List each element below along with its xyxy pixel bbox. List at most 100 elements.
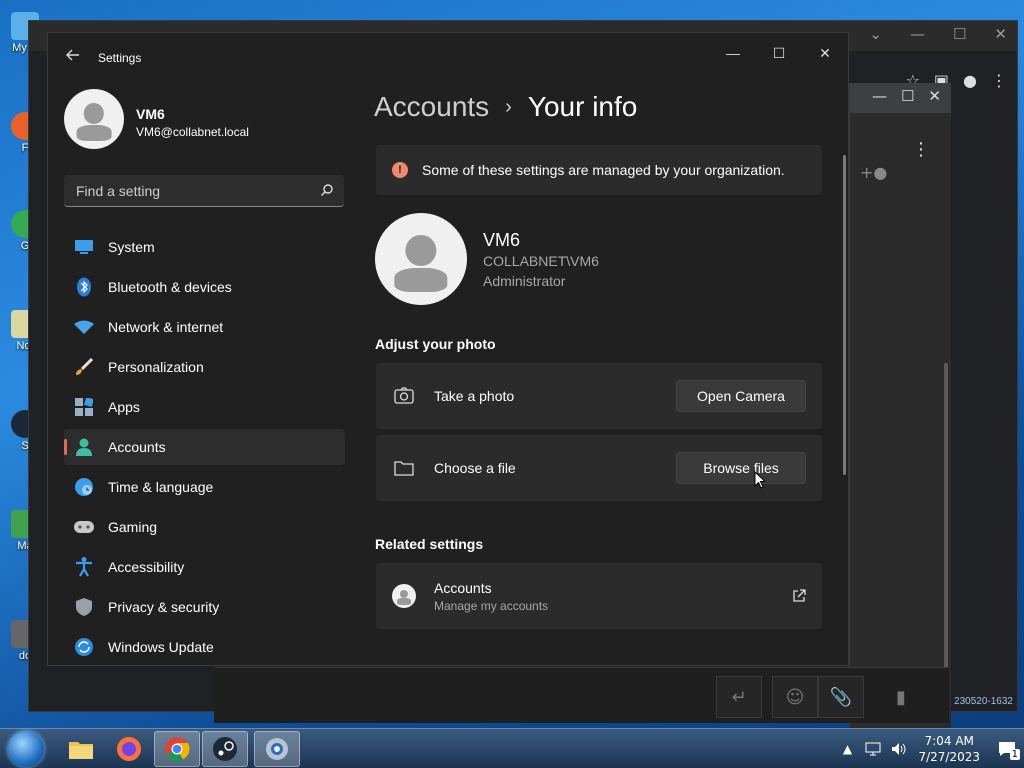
version-text: 230520-1632 [954,696,1013,707]
sidebar-item-network[interactable]: Network & internet [64,309,345,345]
avatar-head [405,235,437,267]
background-inner-panel: — ☐ ✕ ⋮ +● [849,83,951,733]
camera-icon [394,387,414,404]
choose-file-label: Choose a file [434,460,516,476]
settings-titlebar: Settings — ☐ ✕ [48,33,848,83]
accessibility-icon [74,557,94,577]
sidebar-item-label: Personalization [108,359,204,375]
microphone-icon[interactable]: ▮ [878,676,924,718]
apps-icon [74,397,94,417]
wifi-icon [74,317,94,337]
volume-icon[interactable] [890,740,908,758]
sidebar-item-gaming[interactable]: Gaming [64,509,345,545]
breadcrumb: Accounts › Your info [374,91,637,123]
taskbar-settings[interactable] [254,731,300,767]
sidebar-item-bluetooth[interactable]: Bluetooth & devices [64,269,345,305]
adjust-photo-heading: Adjust your photo [375,336,496,352]
profile-email: VM6@collabnet.local [136,125,249,139]
minimize-button[interactable]: — [713,39,753,67]
user-name: VM6 [483,230,521,250]
sidebar-item-personalization[interactable]: Personalization [64,349,345,385]
breadcrumb-parent[interactable]: Accounts [374,91,489,123]
add-person-icon[interactable]: +● [860,163,887,182]
profile-avatar[interactable] [64,89,124,149]
taskbar: ▲ 7:04 AM 7/27/2023 1 [0,728,1024,768]
taskbar-firefox[interactable] [106,731,152,767]
taskbar-explorer[interactable] [58,731,104,767]
settings-window[interactable]: Settings — ☐ ✕ VM6 VM6@collabnet.local F… [47,32,849,666]
close-icon[interactable]: ✕ [928,87,941,109]
minimize-icon[interactable]: — [872,87,887,109]
menu-dots-icon[interactable]: ⋮ [912,139,930,160]
user-role: Administrator [483,273,566,289]
content-scrollbar[interactable] [843,155,846,475]
sidebar-item-label: Apps [108,399,140,415]
start-button[interactable] [8,731,44,767]
close-button[interactable]: ✕ [805,39,845,67]
avatar-head [399,589,409,598]
choose-file-card: Choose a file Browse files [376,435,822,501]
clock-time: 7:04 AM [924,734,974,748]
related-accounts-card[interactable]: Accounts Manage my accounts [376,563,822,629]
sidebar-item-label: System [108,239,155,255]
external-link-icon [793,589,806,602]
sidebar-item-system[interactable]: System [64,229,345,265]
sidebar-nav: System Bluetooth & devices Network & int… [64,229,345,665]
clock[interactable]: 7:04 AM 7/27/2023 [918,733,980,765]
sidebar-item-privacy[interactable]: Privacy & security [64,589,345,625]
sidebar-item-label: Gaming [108,519,158,535]
sidebar-item-windows-update[interactable]: Windows Update [64,629,345,665]
take-photo-label: Take a photo [434,388,515,404]
maximize-icon[interactable]: ☐ [953,25,966,43]
search-icon[interactable] [320,183,334,197]
profile-name: VM6 [136,106,165,122]
paperclip-icon[interactable]: 📎 [818,676,864,718]
info-icon: ! [392,162,408,178]
emoji-icon[interactable]: ☺ [772,676,818,718]
network-icon[interactable] [864,740,882,758]
browse-files-button[interactable]: Browse files [676,452,806,484]
user-domain: COLLABNET\VM6 [483,253,599,269]
open-camera-button[interactable]: Open Camera [676,380,806,412]
chevron-right-icon: › [505,95,512,118]
shield-icon [74,597,94,617]
take-photo-card: Take a photo Open Camera [376,363,822,429]
menu-dots-icon[interactable]: ⋮ [991,71,1007,90]
back-button[interactable] [62,47,84,69]
taskbar-chrome[interactable] [154,731,200,767]
show-hidden-icons-icon[interactable]: ▲ [838,740,856,758]
enter-icon[interactable]: ↵ [716,676,762,718]
search-input[interactable]: Find a setting [64,175,344,207]
sidebar-item-label: Accessibility [108,559,185,575]
chrome-icon [165,737,190,762]
taskbar-steam[interactable] [202,731,248,767]
sidebar-item-accounts[interactable]: Accounts [64,429,345,465]
sidebar-item-label: Accounts [108,439,166,455]
search-placeholder: Find a setting [76,183,161,199]
sidebar-item-time-language[interactable]: Time & language [64,469,345,505]
maximize-button[interactable]: ☐ [759,39,799,67]
message-compose-bar: ↵ ☺ 📎 ▮ [214,667,949,723]
maximize-icon[interactable]: ☐ [901,87,914,109]
page-title: Your info [527,91,638,122]
explorer-icon [69,742,93,759]
sidebar-item-label: Privacy & security [108,599,220,615]
related-accounts-sublabel: Manage my accounts [434,599,549,613]
banner-text: Some of these settings are managed by yo… [422,162,785,178]
sidebar-item-label: Network & internet [108,319,224,335]
sidebar-item-label: Windows Update [108,639,214,655]
close-icon[interactable]: ✕ [994,25,1007,43]
notification-button[interactable]: 1 [998,740,1020,760]
person-icon [74,437,94,457]
sidebar-item-apps[interactable]: Apps [64,389,345,425]
minimize-icon[interactable]: — [910,25,925,43]
system-tray: ▲ 7:04 AM 7/27/2023 1 [834,729,1024,768]
steam-icon [213,737,237,761]
sidebar-item-accessibility[interactable]: Accessibility [64,549,345,585]
profile-icon[interactable]: ● [963,71,977,90]
gamepad-icon [74,517,94,537]
chevron-down-icon[interactable]: ⌄ [869,25,882,43]
update-icon [74,637,94,657]
avatar-body [76,125,112,141]
maximize-icon: ☐ [772,45,786,61]
